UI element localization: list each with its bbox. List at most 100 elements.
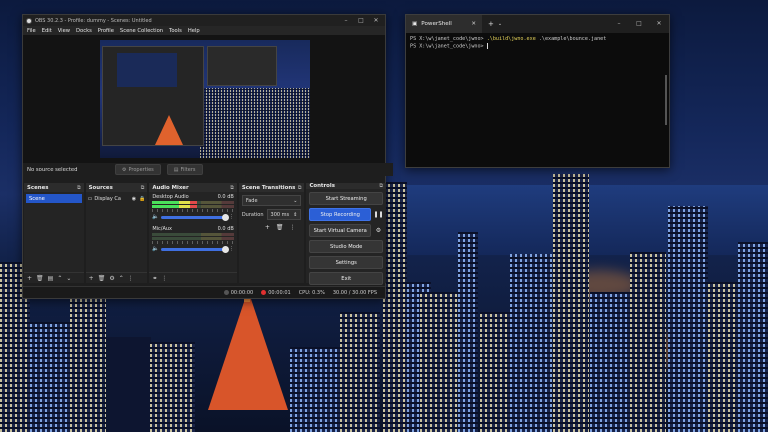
wallpaper-tokyo-tower: [208, 290, 288, 410]
close-icon[interactable]: ✕: [370, 15, 382, 26]
cpu-usage: CPU: 0.3%: [298, 289, 325, 296]
stream-indicator-icon: [223, 289, 229, 295]
add-icon[interactable]: +: [89, 275, 94, 282]
wallpaper-building: [420, 292, 458, 432]
maximize-icon[interactable]: □: [355, 15, 367, 26]
transitions-body: Fade ⌄ Duration 300 ms ⇕ + 🗑 ⋮: [239, 192, 305, 283]
undock-icon[interactable]: ⧉: [230, 185, 234, 191]
source-toolbar: No source selected ⚙ Properties ▤ Filter…: [23, 163, 393, 176]
add-icon[interactable]: +: [27, 275, 32, 282]
gear-icon[interactable]: ⚙: [374, 225, 383, 236]
undock-icon[interactable]: ⧉: [141, 185, 145, 191]
docks-area: Scenes ⧉ Scene + 🗑 ▤ ⌃ ⌄ Sources ⧉ ▭ Dis…: [23, 183, 387, 285]
new-tab-icon[interactable]: +: [488, 20, 494, 28]
filter-icon: ▤: [173, 166, 179, 173]
obs-menubar: File Edit View Docks Profile Scene Colle…: [23, 26, 385, 35]
pause-icon[interactable]: ❚❚: [373, 209, 383, 220]
eye-icon[interactable]: ◉: [132, 196, 136, 202]
wallpaper-building: [340, 312, 380, 432]
chevron-down-icon[interactable]: ⌄: [498, 21, 502, 27]
slider-knob[interactable]: [221, 245, 229, 253]
start-streaming-button[interactable]: Start Streaming: [309, 192, 383, 205]
menu-edit[interactable]: Edit: [42, 28, 52, 34]
sources-dock-header: Sources ⧉: [85, 183, 148, 192]
wallpaper-building: [30, 322, 70, 432]
more-icon[interactable]: ⋮: [289, 224, 295, 231]
scene-item[interactable]: Scene: [26, 194, 82, 203]
transitions-dock: Scene Transitions ⧉ Fade ⌄ Duration 300 …: [238, 183, 305, 283]
terminal-output[interactable]: PS X:\w\janet_code\jwno> .\build\jwno.ex…: [406, 33, 669, 54]
preview-city: [200, 88, 310, 158]
add-icon[interactable]: +: [265, 224, 270, 231]
stream-status: 00:00:00: [223, 289, 253, 296]
undock-icon[interactable]: ⧉: [77, 185, 81, 191]
mixer-toolbar: ⚭ ⋮: [149, 272, 237, 283]
transition-select[interactable]: Fade ⌄: [241, 195, 302, 206]
studio-mode-button[interactable]: Studio Mode: [309, 240, 383, 253]
duration-spinbox[interactable]: 300 ms ⇕: [266, 209, 302, 220]
close-tab-icon[interactable]: ✕: [471, 21, 476, 27]
terminal-tab[interactable]: ▣ PowerShell ✕: [406, 15, 482, 33]
meter-level: [152, 205, 198, 208]
spin-arrows-icon[interactable]: ⇕: [293, 212, 297, 218]
preview-canvas[interactable]: [100, 40, 310, 158]
more-icon[interactable]: ⋮: [229, 214, 234, 220]
exit-button[interactable]: Exit: [309, 272, 383, 285]
obs-logo-icon: [26, 17, 32, 24]
trash-icon[interactable]: 🗑: [36, 275, 44, 282]
scenes-toolbar: + 🗑 ▤ ⌃ ⌄: [24, 272, 84, 283]
terminal-titlebar[interactable]: ▣ PowerShell ✕ + ⌄ – □ ✕: [406, 15, 669, 33]
channel-name: Mic/Aux: [152, 226, 172, 232]
menu-file[interactable]: File: [27, 28, 36, 34]
chevron-down-icon: ⌄: [293, 197, 298, 204]
volume-slider[interactable]: [161, 245, 229, 253]
menu-profile[interactable]: Profile: [98, 28, 114, 34]
trash-icon[interactable]: 🗑: [98, 275, 106, 282]
wallpaper-building: [510, 254, 552, 432]
terminal-scrollbar[interactable]: [665, 75, 667, 125]
menu-tools[interactable]: Tools: [169, 28, 182, 34]
trash-icon[interactable]: 🗑: [276, 224, 284, 231]
terminal-args: .\example\bounce.janet: [538, 36, 607, 42]
menu-scene-collection[interactable]: Scene Collection: [120, 28, 163, 34]
properties-button[interactable]: ⚙ Properties: [115, 164, 161, 175]
undock-icon[interactable]: ⧉: [298, 185, 302, 191]
no-source-label: No source selected: [27, 166, 78, 173]
sources-dock: Sources ⧉ ▭ Display Ca ◉ 🔒 + 🗑 ⚙ ⌃ ⋮: [85, 183, 148, 283]
link-icon[interactable]: ⚭: [152, 275, 157, 282]
menu-help[interactable]: Help: [188, 28, 200, 34]
terminal-command: .\build\jwno.exe: [486, 36, 536, 42]
speaker-icon[interactable]: 🔈: [152, 246, 159, 252]
more-icon[interactable]: ⋮: [128, 275, 134, 282]
duration-value: 300 ms: [270, 211, 290, 218]
wallpaper-building: [708, 282, 738, 432]
close-icon[interactable]: ✕: [649, 15, 669, 33]
gear-icon[interactable]: ⚙: [109, 275, 114, 282]
filters-button[interactable]: ▤ Filters: [166, 164, 203, 175]
chevron-up-icon[interactable]: ⌃: [57, 275, 62, 282]
start-virtual-camera-button[interactable]: Start Virtual Camera: [309, 224, 371, 237]
obs-titlebar[interactable]: OBS 30.2.3 - Profile: dummy - Scenes: Un…: [23, 15, 385, 26]
minimize-icon[interactable]: –: [609, 15, 629, 33]
menu-docks[interactable]: Docks: [76, 28, 92, 34]
audio-mixer-title: Audio Mixer: [152, 184, 189, 191]
chevron-up-icon[interactable]: ⌃: [119, 275, 124, 282]
minimize-icon[interactable]: –: [340, 15, 352, 26]
volume-slider[interactable]: [161, 213, 229, 221]
stop-recording-button[interactable]: Stop Recording: [309, 208, 371, 221]
more-icon[interactable]: ⋮: [161, 275, 167, 282]
chevron-down-icon[interactable]: ⌄: [66, 275, 71, 282]
channel-db: 0.0 dB: [217, 194, 234, 200]
speaker-icon[interactable]: 🔈: [152, 214, 159, 220]
obs-window: OBS 30.2.3 - Profile: dummy - Scenes: Un…: [22, 14, 393, 299]
filter-icon[interactable]: ▤: [48, 275, 54, 282]
settings-button[interactable]: Settings: [309, 256, 383, 269]
maximize-icon[interactable]: □: [629, 15, 649, 33]
lock-icon[interactable]: 🔒: [139, 196, 145, 202]
preview-powershell-window: [207, 46, 277, 86]
slider-knob[interactable]: [221, 213, 229, 221]
more-icon[interactable]: ⋮: [229, 246, 234, 252]
source-item[interactable]: ▭ Display Ca ◉ 🔒: [88, 194, 146, 203]
menu-view[interactable]: View: [58, 28, 70, 34]
sources-toolbar: + 🗑 ⚙ ⌃ ⋮: [85, 272, 148, 283]
